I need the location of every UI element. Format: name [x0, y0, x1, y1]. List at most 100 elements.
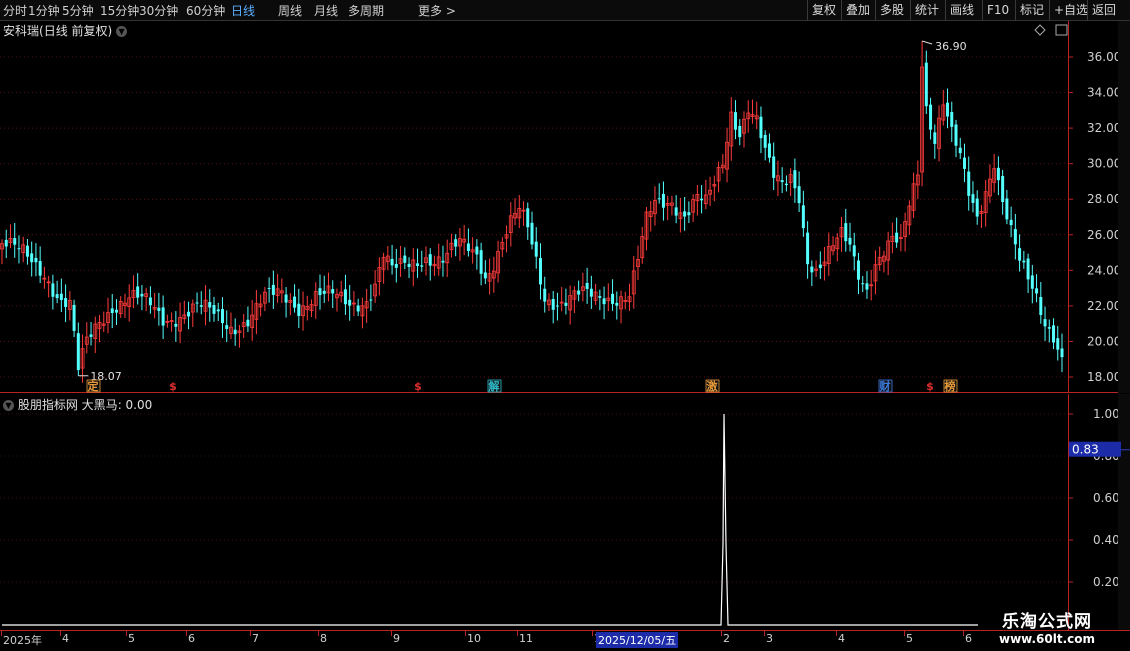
- candle-body: [441, 260, 445, 263]
- toolbar-button-6[interactable]: 标记: [1015, 0, 1049, 20]
- date-tick-label: 11: [519, 632, 533, 645]
- toolbar-button-5[interactable]: F10: [982, 0, 1015, 20]
- candle-body: [403, 255, 407, 263]
- candle-body: [577, 290, 581, 295]
- period-tab-0[interactable]: 分时: [3, 2, 27, 19]
- candle-body: [76, 333, 80, 371]
- toolbar-button-7[interactable]: +自选: [1049, 0, 1088, 20]
- candle-body: [38, 261, 42, 276]
- candle-body: [225, 325, 229, 329]
- candle-body: [343, 289, 347, 305]
- event-marker: 财: [879, 379, 891, 393]
- period-tab-1[interactable]: 1分钟: [28, 2, 60, 19]
- watermark: 乐淘公式网 www.60lt.com: [998, 612, 1096, 646]
- date-tick-label: 7: [252, 632, 259, 645]
- chevron-down-icon[interactable]: ▼: [116, 26, 128, 37]
- candle-body: [950, 112, 954, 127]
- date-tick: [60, 631, 61, 636]
- candle-body: [1030, 275, 1034, 289]
- candle-body: [589, 288, 593, 297]
- indicator-value: 0.00: [125, 398, 153, 412]
- toolbar-button-0[interactable]: 复权: [807, 0, 841, 20]
- period-tab-2[interactable]: 5分钟: [62, 2, 94, 19]
- indicator-tick-label: 0.40: [1093, 533, 1120, 547]
- date-tick: [186, 631, 187, 636]
- chevron-down-icon[interactable]: ▼: [3, 400, 14, 411]
- candle-body: [801, 205, 805, 229]
- candle-body: [674, 207, 678, 216]
- candle-body: [140, 293, 144, 297]
- date-tick: [764, 631, 765, 636]
- period-tab-3[interactable]: 15分钟: [100, 2, 139, 19]
- date-tick-label: 10: [467, 632, 481, 645]
- candle-body: [322, 290, 326, 294]
- candle-body: [767, 143, 771, 158]
- cursor-date-label: 2025/12/05/五: [596, 632, 679, 648]
- candle-body: [865, 283, 869, 290]
- stock-name: 安科瑞: [3, 24, 40, 38]
- candle-body: [530, 222, 534, 245]
- candle-body: [611, 293, 615, 304]
- candle-body: [195, 302, 199, 304]
- candle-body: [996, 167, 1000, 181]
- price-tick-label: 28.00: [1087, 192, 1121, 206]
- candle-body: [284, 294, 288, 303]
- price-tick-label: 36.00: [1087, 50, 1121, 64]
- candle-body: [454, 239, 458, 247]
- price-tick-label: 34.00: [1087, 86, 1121, 100]
- candle-body: [110, 308, 114, 314]
- toolbar-button-3[interactable]: 统计: [910, 0, 945, 20]
- toolbar-button-2[interactable]: 多股: [875, 0, 910, 20]
- price-background: [0, 21, 1130, 393]
- cursor-value-label: 0.83: [1072, 443, 1099, 457]
- candle-body: [208, 302, 212, 308]
- candle-body: [220, 309, 224, 324]
- date-tick-label: 2025年: [3, 634, 42, 647]
- candle-body: [738, 125, 742, 138]
- candle-body: [4, 239, 8, 247]
- candle-body: [369, 299, 373, 301]
- toolbar-button-4[interactable]: 画线: [945, 0, 982, 20]
- candle-body: [34, 257, 38, 263]
- candle-body: [271, 284, 275, 295]
- period-tab-6[interactable]: 日线: [231, 2, 255, 19]
- candle-body: [416, 263, 420, 266]
- indicator-background: [0, 394, 1130, 630]
- period-tab-8[interactable]: 月线: [314, 2, 338, 19]
- price-tick-label: 18.00: [1087, 370, 1121, 384]
- candle-body: [1052, 325, 1056, 343]
- chart-title: 安科瑞(日线 前复权) ▼: [3, 22, 128, 39]
- period-toolbar: 分时 1分钟 5分钟 15分钟 30分钟 60分钟 日线 周线 月线 多周期 更多 > 复权 叠加 多股统…: [0, 0, 1130, 21]
- candle-body: [17, 248, 21, 250]
- indicator-tick-label: 1.00: [1093, 407, 1120, 421]
- candle-body: [555, 305, 559, 307]
- candle-body: [895, 232, 899, 243]
- candle-body: [148, 297, 152, 306]
- date-tick: [963, 631, 964, 636]
- candle-body: [199, 305, 203, 307]
- period-tab-7[interactable]: 周线: [278, 2, 302, 19]
- period-tab-10[interactable]: 更多 >: [418, 2, 456, 19]
- period-tab-9[interactable]: 多周期: [348, 2, 384, 19]
- price-chart[interactable]: 18.00 20.00 22.00 24.00 26.00 28.00 30.00 32.00…: [0, 21, 1130, 393]
- candle-body: [420, 265, 424, 267]
- price-tick-label: 22.00: [1087, 299, 1121, 313]
- candle-body: [700, 198, 704, 201]
- date-tick-label: 4: [838, 632, 845, 645]
- toolbar-button-8[interactable]: 返回: [1087, 0, 1130, 20]
- event-marker: 解: [489, 379, 500, 393]
- candle-body: [267, 287, 271, 289]
- period-tab-5[interactable]: 60分钟: [186, 2, 225, 19]
- date-tick: [318, 631, 319, 636]
- price-tick-label: 24.00: [1087, 263, 1121, 277]
- candle-body: [526, 208, 530, 228]
- period-tab-4[interactable]: 30分钟: [139, 2, 178, 19]
- candle-body: [479, 250, 483, 274]
- indicator-chart[interactable]: 0.200.400.600.801.000.83: [0, 394, 1130, 630]
- toolbar-button-1[interactable]: 叠加: [841, 0, 875, 20]
- candle-body: [946, 102, 950, 117]
- candle-body: [543, 288, 547, 302]
- candle-body: [924, 62, 928, 107]
- candle-body: [933, 132, 937, 144]
- candle-body: [772, 156, 776, 178]
